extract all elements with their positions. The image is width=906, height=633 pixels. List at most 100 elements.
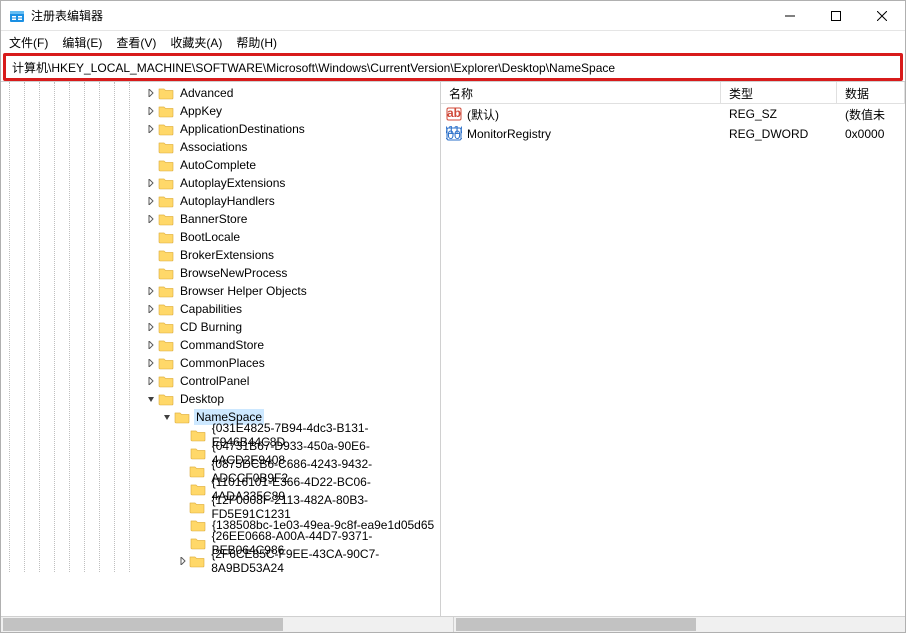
tree-item[interactable]: CD Burning [1, 318, 440, 336]
folder-icon [174, 410, 190, 424]
tree-item[interactable]: AutoplayExtensions [1, 174, 440, 192]
chevron-right-icon[interactable] [144, 197, 158, 205]
minimize-button[interactable] [767, 1, 813, 31]
main-split: AdvancedAppKeyApplicationDestinations Ass… [1, 81, 905, 616]
chevron-right-icon[interactable] [144, 377, 158, 385]
folder-icon [158, 284, 174, 298]
menu-help[interactable]: 帮助(H) [236, 34, 277, 51]
column-type[interactable]: 类型 [721, 82, 837, 103]
tree-item[interactable]: Desktop [1, 390, 440, 408]
tree-item-label: ControlPanel [178, 373, 251, 389]
reg-binary-icon: 01101001 [446, 126, 462, 142]
chevron-right-icon[interactable] [144, 215, 158, 223]
folder-icon [190, 446, 206, 460]
chevron-right-icon[interactable] [144, 359, 158, 367]
tree-item[interactable]: AutoplayHandlers [1, 192, 440, 210]
folder-icon [158, 338, 174, 352]
menu-favorites[interactable]: 收藏夹(A) [170, 34, 222, 51]
folder-icon [158, 374, 174, 388]
tree-item[interactable]: Capabilities [1, 300, 440, 318]
tree-item[interactable]: Associations [1, 138, 440, 156]
chevron-right-icon[interactable] [144, 341, 158, 349]
tree-item-label: ApplicationDestinations [178, 121, 307, 137]
tree-item-label: Advanced [178, 85, 235, 101]
menu-edit[interactable]: 编辑(E) [62, 34, 102, 51]
tree-item[interactable]: BrokerExtensions [1, 246, 440, 264]
folder-icon [158, 140, 174, 154]
list-body[interactable]: ab (默认) REG_SZ(数值未 01101001 MonitorRegistry R… [441, 104, 905, 616]
value-data: 0x0000 [837, 127, 905, 141]
folder-icon [190, 428, 206, 442]
column-data[interactable]: 数据 [837, 82, 905, 103]
chevron-right-icon[interactable] [144, 107, 158, 115]
tree-item[interactable]: CommonPlaces [1, 354, 440, 372]
chevron-right-icon[interactable] [144, 323, 158, 331]
tree-item-label: CommandStore [178, 337, 266, 353]
folder-icon [158, 176, 174, 190]
list-header: 名称 类型 数据 [441, 82, 905, 104]
tree-item[interactable]: {2F6CE85C-F9EE-43CA-90C7-8A9BD53A24 [1, 552, 440, 570]
folder-icon [189, 500, 205, 514]
chevron-right-icon[interactable] [144, 125, 158, 133]
svg-text:ab: ab [447, 106, 461, 120]
folder-icon [158, 212, 174, 226]
reg-string-icon: ab [446, 106, 462, 122]
titlebar: 注册表编辑器 [1, 1, 905, 31]
maximize-button[interactable] [813, 1, 859, 31]
chevron-right-icon[interactable] [144, 287, 158, 295]
tree-pane[interactable]: AdvancedAppKeyApplicationDestinations Ass… [1, 82, 441, 616]
folder-icon [158, 194, 174, 208]
chevron-right-icon[interactable] [144, 179, 158, 187]
tree-item[interactable]: BrowseNewProcess [1, 264, 440, 282]
tree-item[interactable]: ApplicationDestinations [1, 120, 440, 138]
folder-icon [189, 554, 205, 568]
window-buttons [767, 1, 905, 31]
chevron-right-icon[interactable] [176, 557, 189, 565]
folder-icon [158, 356, 174, 370]
tree-item-label: Browser Helper Objects [178, 283, 309, 299]
tree-item-label: BrowseNewProcess [178, 265, 289, 281]
tree-item[interactable]: {12F0008F-2113-482A-80B3-FD5E91C1231 [1, 498, 440, 516]
tree-item[interactable]: Browser Helper Objects [1, 282, 440, 300]
tree-item-label: Associations [178, 139, 249, 155]
folder-icon [158, 248, 174, 262]
svg-text:1001: 1001 [446, 128, 462, 142]
tree-item[interactable]: BannerStore [1, 210, 440, 228]
chevron-right-icon[interactable] [144, 89, 158, 97]
menubar: 文件(F) 编辑(E) 查看(V) 收藏夹(A) 帮助(H) [1, 31, 905, 53]
folder-icon [190, 518, 206, 532]
tree-hscroll[interactable] [1, 617, 454, 632]
tree-item[interactable]: BootLocale [1, 228, 440, 246]
tree-item-label: BootLocale [178, 229, 242, 245]
folder-icon [190, 536, 206, 550]
column-name[interactable]: 名称 [441, 82, 721, 103]
value-type: REG_SZ [721, 107, 837, 121]
chevron-right-icon[interactable] [144, 305, 158, 313]
list-row[interactable]: 01101001MonitorRegistryREG_DWORD0x0000 [441, 124, 905, 144]
chevron-down-icon[interactable] [160, 413, 174, 421]
tree-item[interactable]: ControlPanel [1, 372, 440, 390]
list-row[interactable]: ab (默认) REG_SZ(数值未 [441, 104, 905, 124]
value-data: (数值未 [837, 106, 905, 123]
tree-item-label: BannerStore [178, 211, 249, 227]
regedit-app-icon [9, 8, 25, 24]
menu-view[interactable]: 查看(V) [116, 34, 156, 51]
address-input[interactable] [6, 58, 900, 76]
value-name: (默认) [467, 106, 499, 123]
folder-icon [158, 320, 174, 334]
tree-item[interactable]: Advanced [1, 84, 440, 102]
tree-item-label: Capabilities [178, 301, 244, 317]
tree-item-label: AutoplayExtensions [178, 175, 287, 191]
tree-item-label: CD Burning [178, 319, 244, 335]
tree-item[interactable]: AppKey [1, 102, 440, 120]
list-hscroll[interactable] [454, 617, 906, 632]
chevron-down-icon[interactable] [144, 395, 158, 403]
folder-icon [158, 392, 174, 406]
tree-item[interactable]: AutoComplete [1, 156, 440, 174]
tree-item[interactable]: CommandStore [1, 336, 440, 354]
tree-item-label: AutoComplete [178, 157, 258, 173]
value-name: MonitorRegistry [467, 127, 551, 141]
tree-item-label: BrokerExtensions [178, 247, 276, 263]
menu-file[interactable]: 文件(F) [9, 34, 48, 51]
close-button[interactable] [859, 1, 905, 31]
